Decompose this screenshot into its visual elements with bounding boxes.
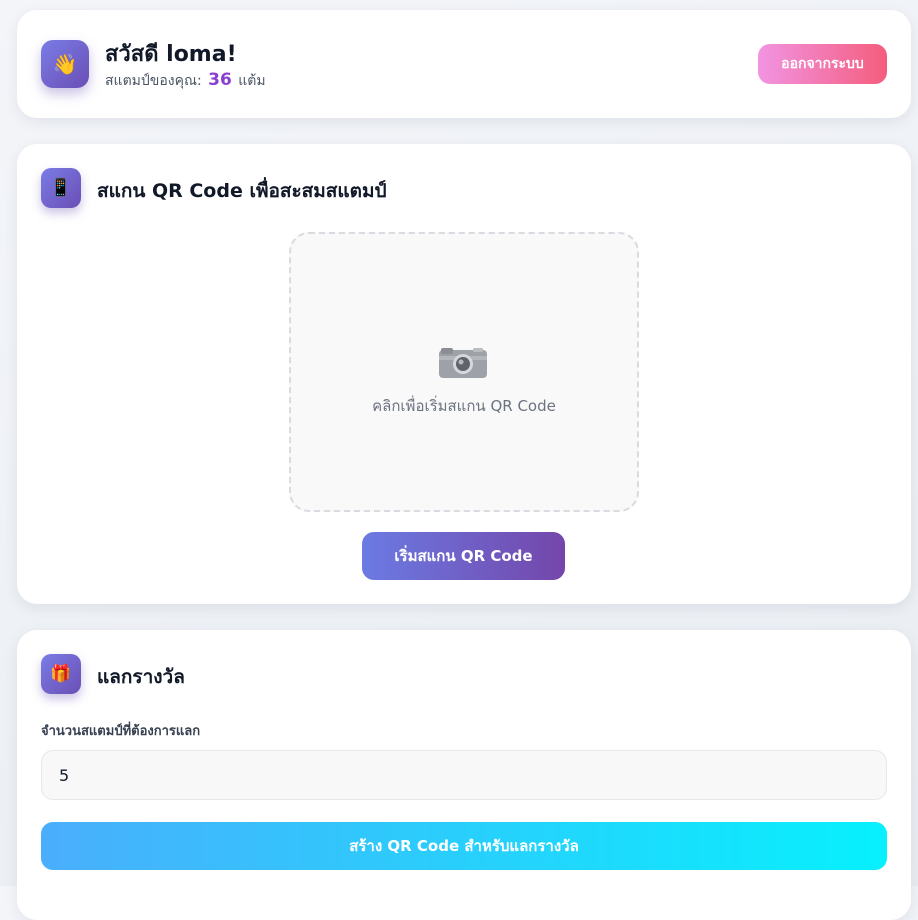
- stamp-amount-label: จำนวนสแตมป์ที่ต้องการแลก: [41, 724, 201, 739]
- mobile-phone-icon: 📱: [41, 168, 81, 208]
- qr-scanner-area[interactable]: คลิกเพื่อเริ่มสแกน QR Code: [289, 232, 639, 512]
- redeem-section-title: แลกรางวัล: [97, 666, 185, 688]
- stamp-count: 36: [208, 70, 232, 90]
- user-header-card: 👋 สวัสดี loma! สแตมป์ของคุณ: 36 แต้ม ออก…: [17, 10, 911, 118]
- stamp-balance: สแตมป์ของคุณ: 36 แต้ม: [105, 70, 266, 92]
- scan-section-title: สแกน QR Code เพื่อสะสมสแตมป์: [97, 180, 387, 202]
- start-scan-button[interactable]: เริ่มสแกน QR Code: [362, 532, 565, 580]
- scanner-hint-text: คลิกเพื่อเริ่มสแกน QR Code: [372, 397, 556, 415]
- gift-icon: 🎁: [41, 654, 81, 694]
- camera-icon: [439, 348, 487, 378]
- redeem-section-card: 🎁 แลกรางวัล จำนวนสแตมป์ที่ต้องการแลก 5 ส…: [17, 630, 911, 920]
- scan-section-card: 📱 สแกน QR Code เพื่อสะสมสแตมป์ คลิกเพื่อ…: [17, 144, 911, 604]
- greeting-title: สวัสดี loma!: [105, 42, 237, 67]
- waving-hand-icon: 👋: [41, 40, 89, 88]
- stamp-amount-input[interactable]: 5: [41, 750, 887, 800]
- logout-button[interactable]: ออกจากระบบ: [758, 44, 887, 84]
- stamp-unit: แต้ม: [238, 73, 266, 89]
- create-redeem-qr-button[interactable]: สร้าง QR Code สำหรับแลกรางวัล: [41, 822, 887, 870]
- stamp-balance-label: สแตมป์ของคุณ:: [105, 73, 202, 89]
